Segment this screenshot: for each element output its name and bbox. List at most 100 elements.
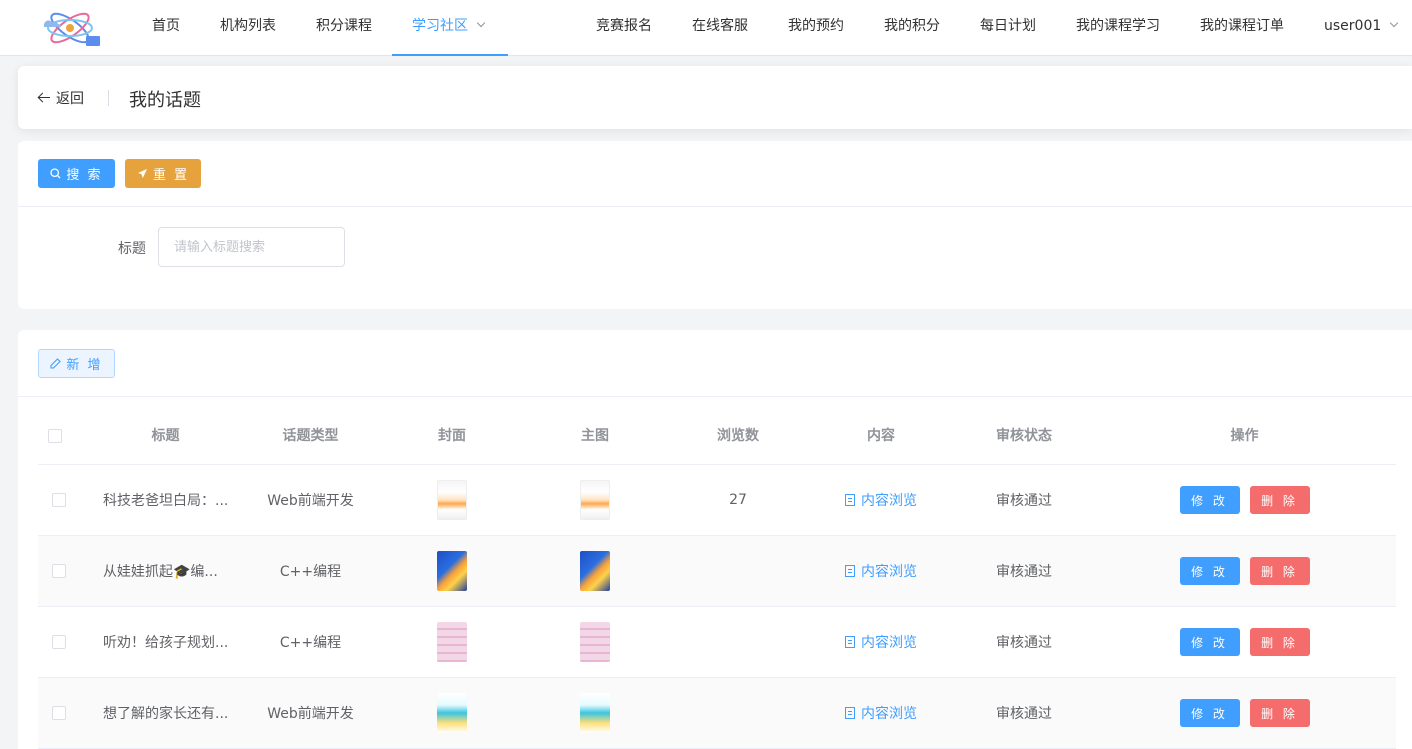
row-checkbox[interactable] (52, 706, 66, 720)
row-title: 听劝！给孩子规划... (103, 635, 229, 651)
column-header-views[interactable]: 浏览数 (669, 407, 807, 465)
nav-learning-community[interactable]: 学习社区 (392, 0, 508, 56)
table-row: 听劝！给孩子规划... C++编程 内容浏览 审核通过 修 改 删 除 (38, 607, 1396, 678)
nav-my-course-orders[interactable]: 我的课程订单 (1200, 0, 1284, 56)
select-all-checkbox[interactable] (48, 429, 62, 443)
row-cover-cell (383, 678, 521, 748)
filter-panel: 搜 索 重 置 标题 (18, 141, 1412, 309)
title-search-input[interactable] (158, 227, 345, 267)
document-icon (845, 636, 855, 648)
row-content-cell: 内容浏览 (807, 465, 955, 535)
row-views (669, 607, 807, 677)
content-preview-label: 内容浏览 (861, 635, 917, 651)
document-icon (845, 565, 855, 577)
column-header-cover[interactable]: 封面 (383, 407, 521, 465)
nav-online-service[interactable]: 在线客服 (692, 0, 748, 56)
search-icon (50, 168, 61, 179)
reset-button-label: 重 置 (152, 168, 190, 183)
back-button[interactable]: 返回 (38, 88, 84, 108)
back-label: 返回 (56, 91, 84, 107)
send-icon (137, 169, 147, 178)
row-main-image-cell (521, 536, 669, 606)
nav-points-courses[interactable]: 积分课程 (316, 0, 372, 56)
row-views (669, 536, 807, 606)
username: user001 (1324, 18, 1382, 34)
select-all-checkbox-cell (48, 407, 62, 465)
main-image-thumbnail[interactable] (580, 551, 610, 591)
nav-my-points[interactable]: 我的积分 (884, 0, 940, 56)
row-checkbox[interactable] (52, 635, 66, 649)
nav-daily-plan[interactable]: 每日计划 (980, 0, 1036, 56)
row-content-cell: 内容浏览 (807, 536, 955, 606)
column-header-main-image[interactable]: 主图 (521, 407, 669, 465)
row-cover-cell (383, 465, 521, 535)
nav-home[interactable]: 首页 (152, 0, 180, 56)
edit-button[interactable]: 修 改 (1179, 699, 1240, 727)
row-title: 从娃娃抓起🎓编... (103, 564, 218, 580)
cover-thumbnail[interactable] (437, 693, 467, 733)
edit-button[interactable]: 修 改 (1179, 557, 1240, 585)
document-icon (845, 494, 855, 506)
main-image-thumbnail[interactable] (580, 480, 610, 520)
row-cover-cell (383, 536, 521, 606)
row-title: 科技老爸坦白局：... (103, 493, 229, 509)
row-checkbox-cell (52, 536, 66, 606)
edit-icon (50, 358, 62, 369)
main-image-thumbnail[interactable] (580, 693, 610, 733)
delete-button[interactable]: 删 除 (1249, 486, 1310, 514)
divider (18, 396, 1412, 397)
row-checkbox[interactable] (52, 493, 66, 507)
content-preview-label: 内容浏览 (861, 564, 917, 580)
user-menu[interactable]: user001 (1324, 0, 1399, 56)
nav-my-course-learning[interactable]: 我的课程学习 (1076, 0, 1160, 56)
content-preview-link[interactable]: 内容浏览 (845, 561, 917, 581)
nav-contest-signup[interactable]: 竞赛报名 (596, 0, 652, 56)
title-field-label: 标题 (118, 241, 146, 257)
row-views: 27 (729, 492, 747, 508)
arrow-left-icon (38, 92, 50, 104)
table-header: 标题 话题类型 封面 主图 浏览数 内容 审核状态 操作 (38, 407, 1396, 465)
column-header-title[interactable]: 标题 (93, 407, 238, 465)
row-cover-cell (383, 607, 521, 677)
content-preview-label: 内容浏览 (861, 706, 917, 722)
edit-button[interactable]: 修 改 (1179, 628, 1240, 656)
row-actions: 修 改 删 除 (1093, 607, 1396, 677)
cover-thumbnail[interactable] (437, 480, 467, 520)
column-header-review-status[interactable]: 审核状态 (955, 407, 1093, 465)
row-review-status: 审核通过 (996, 493, 1052, 509)
cover-thumbnail[interactable] (437, 622, 467, 662)
edit-button[interactable]: 修 改 (1179, 486, 1240, 514)
delete-button[interactable]: 删 除 (1249, 628, 1310, 656)
search-button-label: 搜 索 (66, 168, 103, 183)
column-header-content[interactable]: 内容 (807, 407, 955, 465)
divider (18, 206, 1412, 207)
search-button[interactable]: 搜 索 (38, 159, 115, 188)
row-type: Web前端开发 (267, 706, 354, 722)
content-preview-link[interactable]: 内容浏览 (845, 490, 917, 510)
nav-institutions[interactable]: 机构列表 (220, 0, 276, 56)
add-button[interactable]: 新 增 (38, 349, 115, 378)
main-image-thumbnail[interactable] (580, 622, 610, 662)
cover-thumbnail[interactable] (437, 551, 467, 591)
top-navbar: 首页 机构列表 积分课程 学习社区 竞赛报名 在线客服 我的预约 我的积分 每日… (0, 0, 1412, 56)
row-checkbox[interactable] (52, 564, 66, 578)
row-actions: 修 改 删 除 (1093, 678, 1396, 748)
reset-button[interactable]: 重 置 (125, 159, 201, 188)
column-header-actions: 操作 (1230, 428, 1259, 444)
content-preview-label: 内容浏览 (861, 493, 917, 509)
content-preview-link[interactable]: 内容浏览 (845, 703, 917, 723)
delete-button[interactable]: 删 除 (1249, 557, 1310, 585)
row-content-cell: 内容浏览 (807, 678, 955, 748)
chevron-down-icon (1390, 18, 1399, 28)
delete-button[interactable]: 删 除 (1249, 699, 1310, 727)
page-header: 返回 我的话题 (18, 66, 1412, 129)
nav-learning-community-label: 学习社区 (412, 18, 468, 34)
row-type: C++编程 (279, 564, 342, 580)
row-review-status: 审核通过 (996, 635, 1052, 651)
content-preview-link[interactable]: 内容浏览 (845, 632, 917, 652)
row-checkbox-cell (52, 607, 66, 677)
row-actions: 修 改 删 除 (1093, 536, 1396, 606)
nav-my-appointments[interactable]: 我的预约 (788, 0, 844, 56)
column-header-type[interactable]: 话题类型 (238, 407, 383, 465)
atom-logo-icon[interactable] (42, 6, 104, 50)
